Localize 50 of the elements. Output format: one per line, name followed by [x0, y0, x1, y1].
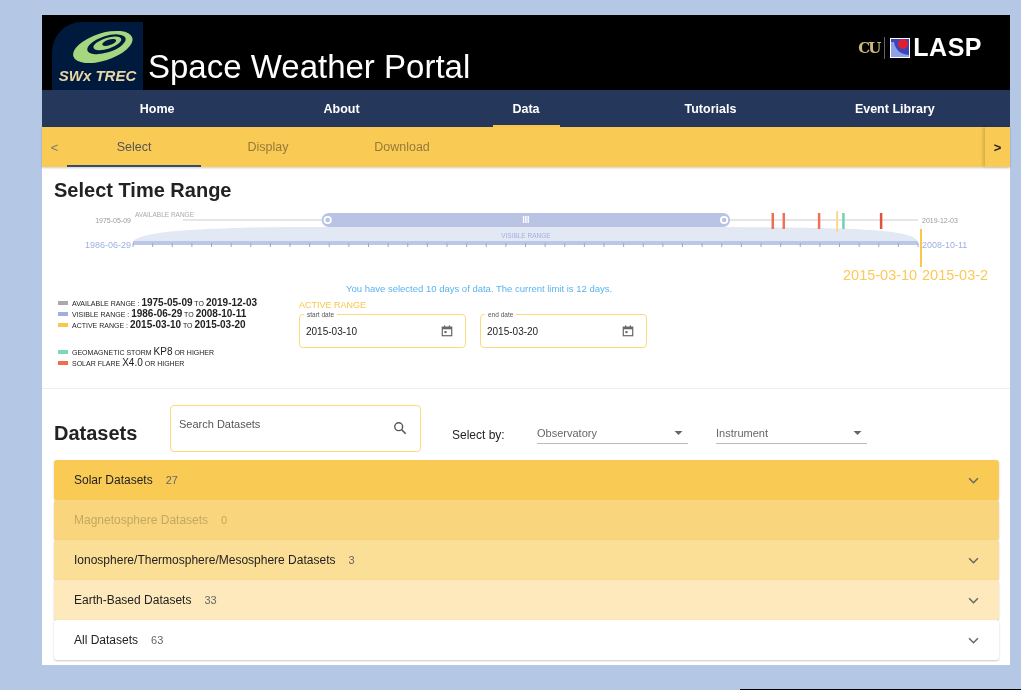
category-label: Solar Datasets	[74, 473, 153, 487]
chevron-down-icon[interactable]	[968, 636, 979, 644]
category-count: 3	[348, 554, 355, 566]
category-label: All Datasets	[74, 633, 139, 647]
active-date-label: 2015-03-10	[843, 267, 918, 283]
dataset-category-row[interactable]: Ionosphere/Thermosphere/Mesosphere Datasets 3	[54, 540, 999, 580]
range-handle[interactable]	[323, 215, 332, 225]
category-label: Ionosphere/Thermosphere/Mesosphere Datasets	[74, 553, 336, 567]
nav-link[interactable]: Home	[65, 90, 250, 127]
section-title: Datasets	[54, 421, 139, 445]
dataset-category-row[interactable]: All Datasets 63	[54, 620, 999, 660]
active-date-label: 2015-03-2	[922, 267, 989, 283]
category-count: 33	[204, 594, 217, 606]
dataset-category-row[interactable]: Earth-Based Datasets 33	[54, 580, 999, 620]
field-value: 2015-03-10	[306, 325, 358, 337]
caret-icon	[853, 431, 862, 435]
site-title: Space Weather Portal	[148, 48, 471, 86]
chevron-down-icon[interactable]	[968, 476, 979, 484]
university-mark: CU	[858, 38, 880, 57]
calendar-icon[interactable]	[622, 325, 634, 337]
category-count: 63	[151, 634, 164, 646]
field-value: 2015-03-20	[487, 325, 539, 337]
active-range-label: ACTIVE RANGE	[299, 300, 367, 310]
nav-link[interactable]: About	[249, 90, 434, 127]
nav-link[interactable]: Tutorials	[618, 90, 803, 127]
active-range-marker	[920, 229, 922, 267]
range-handle[interactable]	[720, 215, 729, 225]
logo-text: SWx TREC	[58, 67, 137, 84]
grip-icon[interactable]	[522, 216, 529, 223]
selection-message: You have selected 10 days of data. The current limit is 12 days.	[346, 283, 614, 294]
chevron-down-icon[interactable]	[968, 596, 979, 604]
chevron-down-icon[interactable]	[968, 556, 979, 564]
date-label: 2008-10-11	[922, 240, 968, 250]
step-tab[interactable]: Select	[67, 127, 201, 167]
lasp-emblem-icon	[890, 37, 911, 58]
nav-link[interactable]: Event Library	[802, 90, 988, 127]
section-title: Select Time Range	[54, 179, 233, 202]
dataset-category-row[interactable]: Solar Datasets 27	[54, 460, 999, 500]
filter-dropdown[interactable]: Observatory	[537, 427, 688, 444]
select-by-label: Select by:	[452, 426, 506, 442]
calendar-icon[interactable]	[441, 325, 453, 337]
date-label: 1986-06-29	[84, 240, 131, 250]
search-field[interactable]: Search Datasets	[170, 405, 421, 452]
filter-dropdown[interactable]: Instrument	[716, 427, 867, 444]
partner-logo-text: LASP	[913, 33, 982, 62]
search-icon[interactable]	[393, 421, 407, 435]
category-label: Earth-Based Datasets	[74, 593, 192, 607]
nav-link[interactable]: Data	[433, 90, 619, 127]
caret-icon	[674, 431, 683, 435]
category-count: 27	[165, 474, 178, 486]
